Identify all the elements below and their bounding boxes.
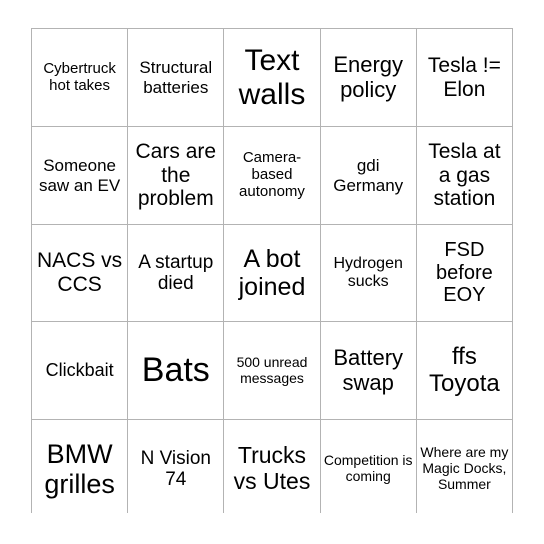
bingo-cell-label: Bats [141, 351, 210, 390]
bingo-cell-r1c3[interactable]: Text walls [224, 29, 320, 126]
bingo-cell-label: Someone saw an EV [38, 156, 121, 195]
bingo-cell-label: FSD before EOY [436, 239, 493, 307]
bingo-cell-r1c2[interactable]: Structural batteries [128, 29, 224, 126]
bingo-cell-r2c1[interactable]: Someone saw an EV [32, 127, 128, 224]
bingo-cell-label: Energy policy [333, 51, 404, 102]
bingo-cell-label: BMW grilles [44, 438, 115, 499]
bingo-cell-label: ffs Toyota [429, 342, 500, 397]
bingo-cell-r2c4[interactable]: gdi Germany [320, 127, 416, 224]
bingo-cell-r5c2[interactable]: N Vision 74 [128, 420, 224, 518]
bingo-cell-r3c3[interactable]: A bot joined [224, 225, 320, 321]
bingo-cell-label: Cars are the problem [135, 140, 217, 211]
bingo-cell-label: gdi Germany [333, 156, 404, 195]
bingo-cell-label: Cybertruck hot takes [43, 59, 116, 94]
bingo-cell-label: Where are my Magic Docks, Summer [420, 444, 509, 492]
bingo-cell-r3c5[interactable]: FSD before EOY [416, 225, 512, 321]
bingo-cell-r1c5[interactable]: Tesla != Elon [416, 29, 512, 126]
bingo-cell-r1c1[interactable]: Cybertruck hot takes [32, 29, 128, 126]
bingo-cell-label: Camera-based autonomy [239, 149, 305, 200]
bingo-cell-r4c1[interactable]: Clickbait [32, 322, 128, 419]
bingo-cell-r4c4[interactable]: Battery swap [320, 322, 416, 419]
bingo-cell-r2c2[interactable]: Cars are the problem [128, 127, 224, 224]
bingo-cell-label: Structural batteries [139, 58, 213, 97]
bingo-cell-label: A startup died [138, 251, 214, 294]
bingo-cell-r5c1[interactable]: BMW grilles [32, 420, 128, 518]
bingo-cell-label: 500 unread messages [236, 353, 308, 386]
bingo-cell-r5c4[interactable]: Competition is coming [320, 420, 416, 518]
bingo-cell-r2c5[interactable]: Tesla at a gas station [416, 127, 512, 224]
bingo-cell-label: Tesla at a gas station [428, 140, 501, 211]
bingo-cell-r3c1[interactable]: NACS vs CCS [32, 225, 128, 321]
bingo-cell-label: Trucks vs Utes [233, 442, 311, 494]
bingo-cell-r5c3[interactable]: Trucks vs Utes [224, 420, 320, 518]
bingo-cell-label: N Vision 74 [140, 447, 211, 490]
bingo-cell-r4c3[interactable]: 500 unread messages [224, 322, 320, 419]
bingo-cell-label: A bot joined [238, 245, 306, 301]
bingo-cell-label: Battery swap [333, 344, 404, 395]
bingo-cell-label: Tesla != Elon [427, 53, 501, 101]
bingo-cell-label: Hydrogen sucks [333, 255, 403, 290]
bingo-cell-r3c4[interactable]: Hydrogen sucks [320, 225, 416, 321]
bingo-cell-label: Text walls [238, 43, 306, 111]
bingo-card-grid: Cybertruck hot takes Structural batteries… [31, 28, 513, 518]
bingo-cell-label: Competition is coming [323, 452, 413, 484]
bingo-cell-label: NACS vs CCS [37, 249, 123, 296]
bingo-cell-r4c2[interactable]: Bats [128, 322, 224, 419]
bingo-cell-r4c5[interactable]: ffs Toyota [416, 322, 512, 419]
bingo-cell-r1c4[interactable]: Energy policy [320, 29, 416, 126]
bingo-cell-r2c3[interactable]: Camera-based autonomy [224, 127, 320, 224]
bingo-cell-label: Clickbait [45, 360, 114, 381]
bingo-cell-r5c5[interactable]: Where are my Magic Docks, Summer [416, 420, 512, 518]
bingo-cell-r3c2[interactable]: A startup died [128, 225, 224, 321]
